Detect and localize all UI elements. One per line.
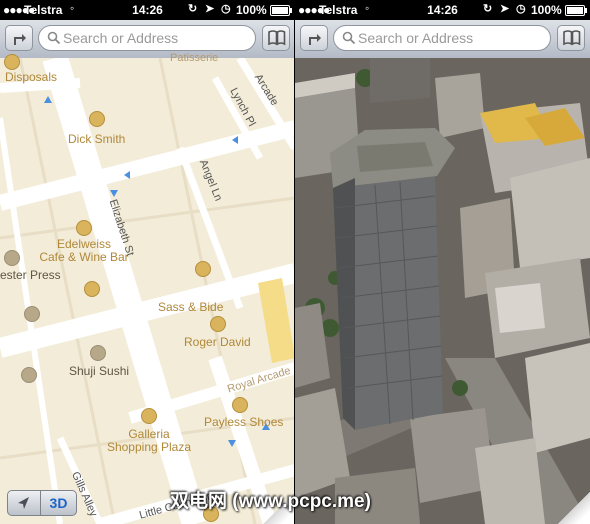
battery-percent: 100%	[531, 3, 562, 17]
map-3d-screen: ●●●●● Telstra ◦ 14:26 ↻ ➤ ◷ 100%	[295, 0, 590, 524]
poi-marker[interactable]	[90, 345, 106, 361]
poi-marker[interactable]	[4, 54, 20, 70]
status-bar: ●●●●● Telstra ◦ 14:26 ↻ ➤ ◷ 100%	[295, 0, 590, 20]
3d-button[interactable]: 3D	[41, 490, 77, 516]
maps-toolbar	[295, 20, 590, 59]
poi-label[interactable]: Dick Smith	[68, 132, 125, 146]
street-grid	[0, 58, 295, 524]
battery-icon	[270, 5, 292, 16]
poi-marker[interactable]	[76, 220, 92, 236]
location-arrow-icon	[18, 497, 29, 509]
alarm-icon: ◷	[516, 3, 526, 15]
poi-marker[interactable]	[89, 111, 105, 127]
search-icon	[342, 31, 356, 45]
location-services-icon: ➤	[205, 3, 215, 15]
poi-label[interactable]: Shuji Sushi	[69, 364, 129, 378]
search-field[interactable]	[333, 25, 551, 51]
poi-marker[interactable]	[24, 306, 40, 322]
watermark: 双电网 (www.pcpc.me)	[170, 491, 371, 512]
poi-marker[interactable]	[232, 397, 248, 413]
directions-arrow-icon	[14, 34, 26, 45]
page-curl-button[interactable]	[558, 492, 590, 524]
search-field[interactable]	[38, 25, 256, 51]
search-input[interactable]	[63, 29, 248, 47]
poi-label[interactable]: Disposals	[5, 70, 57, 84]
poi-label[interactable]: Roger David	[184, 335, 251, 349]
directions-arrow-icon	[309, 34, 321, 45]
poi-marker[interactable]	[195, 261, 211, 277]
battery-percent: 100%	[236, 3, 267, 17]
poi-label[interactable]: Edelweiss Cafe & Wine Bar	[38, 238, 130, 264]
poi-marker[interactable]	[210, 316, 226, 332]
alarm-icon: ◷	[221, 3, 231, 15]
locate-me-button[interactable]	[7, 490, 41, 516]
poi-marker[interactable]	[4, 250, 20, 266]
poi-label[interactable]: ester Press	[0, 268, 61, 282]
status-bar: ●●●●● Telstra ◦ 14:26 ↻ ➤ ◷ 100%	[0, 0, 295, 20]
poi-marker[interactable]	[141, 408, 157, 424]
rotation-lock-icon: ↻	[188, 3, 198, 15]
battery-fill	[272, 7, 288, 14]
bookmarks-button[interactable]	[262, 25, 290, 51]
rotation-lock-icon: ↻	[483, 3, 493, 15]
battery-icon	[565, 5, 587, 16]
poi-label[interactable]: Payless Shoes	[204, 415, 283, 429]
search-input[interactable]	[358, 29, 543, 47]
book-icon	[268, 30, 286, 46]
battery-fill	[567, 7, 583, 14]
poi-label[interactable]: Galleria Shopping Plaza	[103, 428, 195, 454]
street-label: Patisserie	[170, 52, 219, 64]
book-icon	[563, 30, 581, 46]
map-view-2d[interactable]: Disposals Dick Smith Edelweiss Cafe & Wi…	[0, 52, 295, 524]
maps-toolbar	[0, 20, 295, 59]
map-view-3d-flyover[interactable]	[295, 58, 590, 524]
poi-marker[interactable]	[84, 281, 100, 297]
directions-button[interactable]	[300, 25, 328, 51]
split-divider	[294, 0, 295, 524]
map-2d-screen: ●●●●● Telstra ◦ 14:26 ↻ ➤ ◷ 100% Search …	[0, 0, 295, 524]
search-icon	[47, 31, 61, 45]
poi-label[interactable]: Sass & Bide	[158, 300, 223, 314]
bookmarks-button[interactable]	[557, 25, 585, 51]
location-services-icon: ➤	[500, 3, 510, 15]
poi-marker[interactable]	[21, 367, 37, 383]
flyover-scene	[295, 58, 590, 524]
directions-button[interactable]	[5, 25, 33, 51]
